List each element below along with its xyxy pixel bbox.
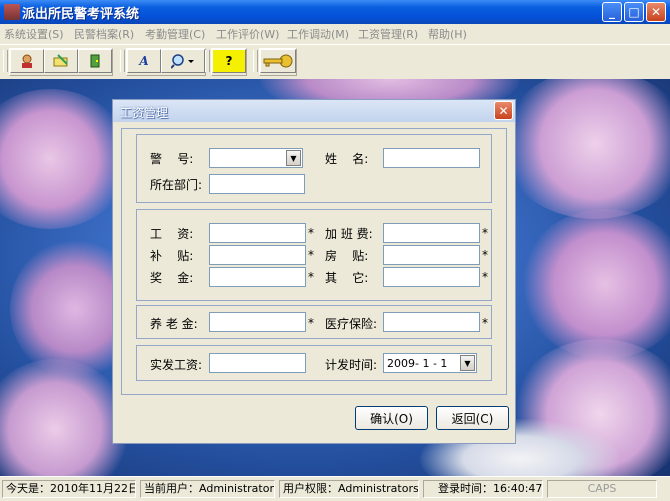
maximize-button[interactable]: □ [624,2,644,22]
window-title: 派出所民警考评系统 [22,7,140,22]
toolbar-grip[interactable] [205,50,210,72]
toolbar-group-help: ? [211,48,247,76]
toolbar: A ? [0,44,670,80]
housing-field[interactable] [383,245,480,265]
required-mark: * [308,270,314,284]
pay-date-value: 2009- 1 - 1 [387,357,448,370]
required-mark: * [482,226,488,240]
dialog-close-button[interactable]: ✕ [494,101,513,120]
subsidy-label: 补 贴: [150,249,194,263]
search-dropdown-icon[interactable] [161,49,205,73]
font-icon[interactable]: A [127,49,161,73]
other-label: 其 它: [325,271,369,285]
menu-attendance[interactable]: 考勤管理(C) [145,26,205,42]
status-login-time: 登录时间：16:40:47 [423,480,543,498]
salary-label: 工 资: [150,227,194,241]
edit-record-icon[interactable] [44,49,78,73]
toolbar-grip[interactable] [3,50,8,72]
name-field[interactable] [383,148,480,168]
key-icon[interactable] [260,49,296,73]
menu-help[interactable]: 帮助(H) [428,26,467,42]
payout-group: 实发工资: 计发时间: 2009- 1 - 1 ▼ [136,345,492,381]
officer-icon[interactable] [10,49,44,73]
overtime-label: 加 班 费: [325,227,373,241]
help-icon[interactable]: ? [212,49,246,73]
minimize-button[interactable]: _ [602,2,622,22]
app-icon [4,4,20,20]
status-bar: 今天是：2010年11月22日 当前用户：Administrator 用户权限：… [0,476,670,501]
status-user-role: 用户权限：Administrators [279,480,419,498]
dialog-title-bar: 工资管理 ✕ [113,100,515,122]
pay-date-label: 计发时间: [325,358,378,372]
required-mark: * [482,248,488,262]
pay-date-picker[interactable]: 2009- 1 - 1 ▼ [383,353,477,373]
required-mark: * [308,226,314,240]
police-no-label: 警 号: [150,152,194,166]
chevron-down-icon[interactable]: ▼ [286,150,301,166]
menu-work-transfer[interactable]: 工作调动(M) [287,26,349,42]
required-mark: * [482,270,488,284]
name-label: 姓 名: [325,152,369,166]
housing-label: 房 贴: [325,249,369,263]
department-label: 所在部门: [150,178,203,192]
close-button[interactable]: ✕ [646,2,666,22]
toolbar-group-lock [259,48,297,76]
required-mark: * [308,248,314,262]
required-mark: * [308,316,314,330]
police-no-select[interactable]: ▼ [209,148,303,168]
pension-field[interactable] [209,312,306,332]
other-field[interactable] [383,267,480,287]
department-field[interactable] [209,174,305,194]
bonus-field[interactable] [209,267,306,287]
menu-police-records[interactable]: 民警档案(R) [74,26,134,42]
salary-field[interactable] [209,223,306,243]
back-button[interactable]: 返回(C) [436,406,509,430]
toolbar-grip[interactable] [253,50,258,72]
basic-info-group: 警 号: ▼ 姓 名: 所在部门: [136,134,492,203]
menu-system-settings[interactable]: 系统设置(S) [4,26,64,42]
bonus-label: 奖 金: [150,271,194,285]
salary-dialog: 工资管理 ✕ 警 号: ▼ 姓 名: 所在部门: 工 资: * 加 班 费: *… [112,99,516,444]
toolbar-grip[interactable] [120,50,125,72]
app-title-bar: 派出所民警考评系统 _ □ ✕ [0,0,670,24]
income-group: 工 资: * 加 班 费: * 补 贴: * 房 贴: * 奖 金: * 其 它… [136,209,492,301]
exit-door-icon[interactable] [78,49,112,73]
toolbar-group-tools: A [126,48,206,76]
menu-bar: 系统设置(S) 民警档案(R) 考勤管理(C) 工作评价(W) 工作调动(M) … [0,24,670,43]
confirm-button[interactable]: 确认(O) [355,406,428,430]
status-today: 今天是：2010年11月22日 [2,480,136,498]
status-caps: CAPS [547,480,657,498]
toolbar-group-records [9,48,113,76]
required-mark: * [482,316,488,330]
subsidy-field[interactable] [209,245,306,265]
menu-work-evaluation[interactable]: 工作评价(W) [216,26,279,42]
actual-pay-field[interactable] [209,353,306,373]
menu-salary[interactable]: 工资管理(R) [358,26,418,42]
actual-pay-label: 实发工资: [150,358,203,372]
deduction-group: 养 老 金: * 医疗保险: * [136,305,492,339]
dialog-title: 工资管理 [120,106,169,120]
overtime-field[interactable] [383,223,480,243]
status-current-user: 当前用户：Administrator [140,480,275,498]
medical-label: 医疗保险: [325,317,378,331]
chevron-down-icon[interactable]: ▼ [460,355,475,371]
medical-field[interactable] [383,312,480,332]
dialog-form-frame: 警 号: ▼ 姓 名: 所在部门: 工 资: * 加 班 费: * 补 贴: *… [121,128,507,395]
pension-label: 养 老 金: [150,317,198,331]
